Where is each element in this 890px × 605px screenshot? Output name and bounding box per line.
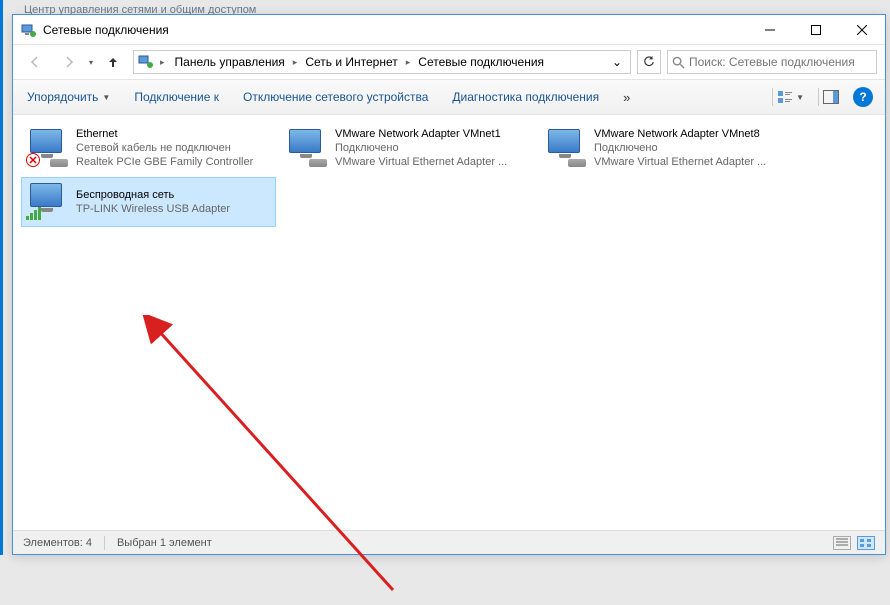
back-button[interactable]	[21, 48, 49, 76]
main-window: Сетевые подключения ▾ ▸ Панель управлени…	[12, 14, 886, 555]
preview-pane-button[interactable]	[818, 88, 843, 106]
address-dropdown-icon[interactable]: ⌄	[608, 55, 626, 69]
breadcrumb-item[interactable]: Сеть и Интернет	[301, 55, 401, 69]
chevron-down-icon: ▼	[102, 93, 110, 102]
connection-name: Беспроводная сеть	[76, 188, 271, 202]
organize-menu[interactable]: Упорядочить▼	[25, 86, 112, 108]
network-adapter-icon	[544, 127, 586, 169]
overflow-button[interactable]: »	[621, 86, 632, 109]
connect-to-button[interactable]: Подключение к	[132, 86, 221, 108]
connection-item-vmnet8[interactable]: VMware Network Adapter VMnet8 Подключено…	[539, 123, 794, 173]
search-box[interactable]	[667, 50, 877, 74]
address-bar[interactable]: ▸ Панель управления ▸ Сеть и Интернет ▸ …	[133, 50, 631, 74]
history-dropdown-icon[interactable]: ▾	[89, 58, 93, 67]
pane-icon	[823, 90, 839, 104]
connection-device: VMware Virtual Ethernet Adapter ...	[594, 155, 789, 169]
minimize-button[interactable]	[747, 15, 793, 44]
connection-item-vmnet1[interactable]: VMware Network Adapter VMnet1 Подключено…	[280, 123, 535, 173]
help-button[interactable]: ?	[853, 87, 873, 107]
refresh-button[interactable]	[637, 50, 661, 74]
connection-status: Подключено	[335, 141, 530, 155]
details-layout-button[interactable]	[833, 536, 851, 550]
connection-device: Realtek PCIe GBE Family Controller	[76, 155, 271, 169]
view-options-button[interactable]: ▼	[772, 88, 808, 106]
titlebar[interactable]: Сетевые подключения	[13, 15, 885, 45]
content-area[interactable]: ✕ Ethernet Сетевой кабель не подключен R…	[13, 115, 885, 530]
search-input[interactable]	[689, 55, 872, 69]
connection-name: Ethernet	[76, 127, 271, 141]
breadcrumb: Панель управления ▸ Сеть и Интернет ▸ Се…	[171, 55, 549, 69]
network-icon	[21, 22, 37, 38]
status-bar: Элементов: 4 Выбран 1 элемент	[13, 530, 885, 554]
tiles-view-icon	[777, 90, 793, 104]
forward-button[interactable]	[55, 48, 83, 76]
item-count: Элементов: 4	[23, 537, 92, 549]
breadcrumb-item[interactable]: Сетевые подключения	[414, 55, 548, 69]
ethernet-icon: ✕	[26, 127, 68, 169]
selection-count: Выбран 1 элемент	[117, 537, 212, 549]
navigation-bar: ▾ ▸ Панель управления ▸ Сеть и Интернет …	[13, 45, 885, 80]
connection-status: Подключено	[594, 141, 789, 155]
connection-name: VMware Network Adapter VMnet1	[335, 127, 530, 141]
annotation-arrow	[143, 315, 423, 605]
search-icon	[672, 56, 685, 69]
chevron-right-icon: ▸	[291, 57, 300, 68]
up-button[interactable]	[99, 48, 127, 76]
connection-item-ethernet[interactable]: ✕ Ethernet Сетевой кабель не подключен R…	[21, 123, 276, 173]
network-adapter-icon	[285, 127, 327, 169]
maximize-button[interactable]	[793, 15, 839, 44]
connection-status: Сетевой кабель не подключен	[76, 141, 271, 155]
command-bar: Упорядочить▼ Подключение к Отключение се…	[13, 80, 885, 115]
connection-item-wireless[interactable]: Беспроводная сеть TP-LINK Wireless USB A…	[21, 177, 276, 227]
connection-device: VMware Virtual Ethernet Adapter ...	[335, 155, 530, 169]
breadcrumb-item[interactable]: Панель управления	[171, 55, 289, 69]
diagnose-button[interactable]: Диагностика подключения	[450, 86, 601, 108]
window-title: Сетевые подключения	[43, 23, 747, 37]
connection-device: TP-LINK Wireless USB Adapter	[76, 202, 271, 216]
connection-name: VMware Network Adapter VMnet8	[594, 127, 789, 141]
disable-device-button[interactable]: Отключение сетевого устройства	[241, 86, 430, 108]
close-button[interactable]	[839, 15, 885, 44]
wireless-icon	[26, 181, 68, 223]
tiles-layout-button[interactable]	[857, 536, 875, 550]
network-location-icon	[138, 54, 154, 70]
chevron-down-icon: ▼	[796, 93, 804, 102]
chevron-right-icon[interactable]: ▸	[158, 57, 167, 68]
chevron-right-icon: ▸	[404, 57, 413, 68]
